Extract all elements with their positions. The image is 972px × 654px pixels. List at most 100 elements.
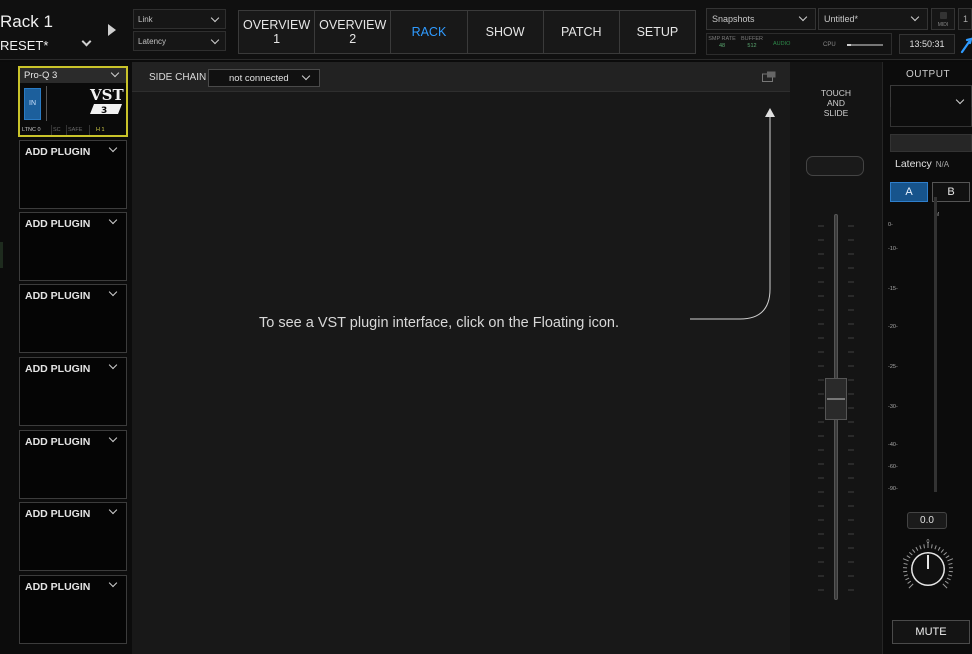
- hint-arrow-icon: [690, 108, 775, 320]
- top-bar: Rack 1 RESET* Link Latency OVERVIEW 1 OV…: [0, 0, 972, 60]
- midi-label: MIDI: [937, 22, 949, 28]
- rack-name[interactable]: Rack 1: [0, 12, 53, 32]
- chevron-down-icon: [301, 71, 311, 81]
- meter-tick: -10-: [888, 246, 898, 252]
- cpu-meter-fill: [847, 44, 851, 46]
- touch-pad[interactable]: [806, 156, 864, 176]
- fader-scale-left: [818, 225, 824, 591]
- fader-scale-right: [848, 225, 854, 591]
- main-nav: OVERVIEW 1 OVERVIEW 2 RACK SHOW PATCH SE…: [238, 10, 696, 54]
- fader-handle-line: [827, 398, 845, 400]
- chevron-down-icon: [110, 68, 120, 78]
- chevron-down-icon: [798, 12, 808, 22]
- plugin-header[interactable]: Pro-Q 3: [20, 68, 126, 83]
- tab-setup[interactable]: SETUP: [620, 11, 695, 53]
- plugin-sc-toggle[interactable]: SC: [53, 125, 67, 135]
- plugin-slot-empty[interactable]: ADD PLUGIN: [19, 212, 127, 281]
- preset-select[interactable]: RESET*: [0, 36, 106, 54]
- vst-logo-text: VST: [89, 86, 124, 104]
- meter-tick: -30-: [888, 404, 898, 410]
- plugin-slot-empty[interactable]: ADD PLUGIN: [19, 502, 127, 571]
- add-plugin-label: ADD PLUGIN: [25, 290, 91, 302]
- tab-rack[interactable]: RACK: [391, 11, 468, 53]
- latency-label: Latency: [138, 37, 167, 46]
- plugin-footer: LTNC 0 SC SAFE H 1: [20, 125, 126, 135]
- tab-number: 1: [273, 32, 281, 46]
- floating-window-icon[interactable]: [762, 71, 776, 82]
- side-chain-select[interactable]: not connected: [208, 69, 320, 87]
- chevron-down-icon[interactable]: [108, 433, 118, 443]
- chevron-down-icon: [955, 95, 965, 105]
- mute-button[interactable]: MUTE: [892, 620, 970, 644]
- ab-switch: A B: [890, 182, 970, 202]
- cpu-meter: [847, 44, 883, 46]
- cpu-label: CPU: [823, 42, 836, 48]
- buffer-value: 512: [747, 43, 757, 49]
- vst-logo-version: 3: [101, 106, 107, 116]
- plugin-slot-empty[interactable]: ADD PLUGIN: [19, 575, 127, 644]
- chevron-down-icon[interactable]: [108, 215, 118, 225]
- output-disabled-field: [890, 134, 972, 152]
- output-panel: OUTPUT Latency N/A A B M 0- -10- -15- -20…: [882, 62, 972, 654]
- b-button[interactable]: B: [932, 182, 970, 202]
- link-select[interactable]: Link: [133, 9, 226, 29]
- chevron-down-icon: [210, 35, 220, 45]
- meter-tick: -90-: [888, 486, 898, 492]
- vst3-logo-icon: VST 3: [89, 86, 124, 116]
- plugin-slot-empty[interactable]: ADD PLUGIN: [19, 140, 127, 209]
- meter-tick: -25-: [888, 364, 898, 370]
- meter-tick: 0-: [888, 222, 893, 228]
- floating-hint: To see a VST plugin interface, click on …: [259, 315, 620, 331]
- plugin-in-button[interactable]: IN: [24, 88, 41, 120]
- fader-handle[interactable]: [825, 378, 847, 420]
- meter-tick: -20-: [888, 324, 898, 330]
- buffer-stat: BUFFER 512: [738, 36, 766, 50]
- status-block: SMP RATE 48 BUFFER 512 AUDIO CPU: [706, 33, 892, 55]
- a-button[interactable]: A: [890, 182, 928, 202]
- tab-overview-1[interactable]: OVERVIEW 1: [239, 11, 316, 53]
- plugin-view: SIDE CHAIN not connected To see a VST pl…: [132, 62, 790, 654]
- next-rack-arrow-icon[interactable]: [108, 24, 116, 36]
- tab-label: SETUP: [636, 25, 679, 39]
- divider: [46, 86, 47, 121]
- midi-indicator: MIDI: [931, 8, 955, 30]
- audio-status: AUDIO: [773, 41, 791, 47]
- plugin-slot-empty[interactable]: ADD PLUGIN: [19, 284, 127, 353]
- add-plugin-label: ADD PLUGIN: [25, 146, 91, 158]
- chevron-down-icon[interactable]: [108, 505, 118, 515]
- chevron-down-icon[interactable]: [108, 143, 118, 153]
- clipped-control[interactable]: 1: [958, 8, 972, 30]
- plugin-name: Pro-Q 3: [24, 70, 58, 81]
- plugin-latency: LTNC 0: [22, 125, 52, 135]
- meter-tick: -60-: [888, 464, 898, 470]
- plugin-badge: H 1: [96, 127, 105, 133]
- knob-tick-label: 0: [926, 539, 929, 545]
- latency-select[interactable]: Latency: [133, 31, 226, 51]
- plugin-safe-toggle[interactable]: SAFE: [68, 125, 90, 135]
- output-gain-knob[interactable]: 0: [898, 534, 958, 594]
- plugin-slot-pro-q-3[interactable]: Pro-Q 3 IN VST 3 LTNC 0 SC SAFE H 1: [18, 66, 128, 137]
- link-label: Link: [138, 15, 153, 24]
- snapshot-name-select[interactable]: Untitled*: [818, 8, 928, 30]
- tab-label: RACK: [411, 25, 447, 39]
- meter-tick: -15-: [888, 286, 898, 292]
- output-level-field[interactable]: 0.0: [907, 512, 947, 529]
- chevron-down-icon[interactable]: [108, 360, 118, 370]
- add-plugin-label: ADD PLUGIN: [25, 436, 91, 448]
- snapshots-select[interactable]: Snapshots: [706, 8, 816, 30]
- plugin-slot-empty[interactable]: ADD PLUGIN: [19, 357, 127, 426]
- tab-overview-2[interactable]: OVERVIEW 2: [315, 11, 392, 53]
- plugin-slot-empty[interactable]: ADD PLUGIN: [19, 430, 127, 499]
- chevron-down-icon[interactable]: [108, 578, 118, 588]
- tab-label: OVERVIEW: [319, 18, 387, 32]
- touch-label-line: TOUCH: [820, 88, 852, 98]
- chevron-down-icon[interactable]: [108, 287, 118, 297]
- tab-show[interactable]: SHOW: [468, 11, 544, 53]
- plugin-column: Pro-Q 3 IN VST 3 LTNC 0 SC SAFE H 1 ADD …: [0, 62, 132, 654]
- wrench-icon[interactable]: [960, 36, 972, 54]
- tab-patch[interactable]: PATCH: [544, 11, 620, 53]
- add-plugin-label: ADD PLUGIN: [25, 581, 91, 593]
- output-latency-value: N/A: [935, 160, 950, 169]
- touch-slide-label: TOUCH AND SLIDE: [790, 88, 882, 118]
- touch-label-line: AND: [827, 98, 845, 108]
